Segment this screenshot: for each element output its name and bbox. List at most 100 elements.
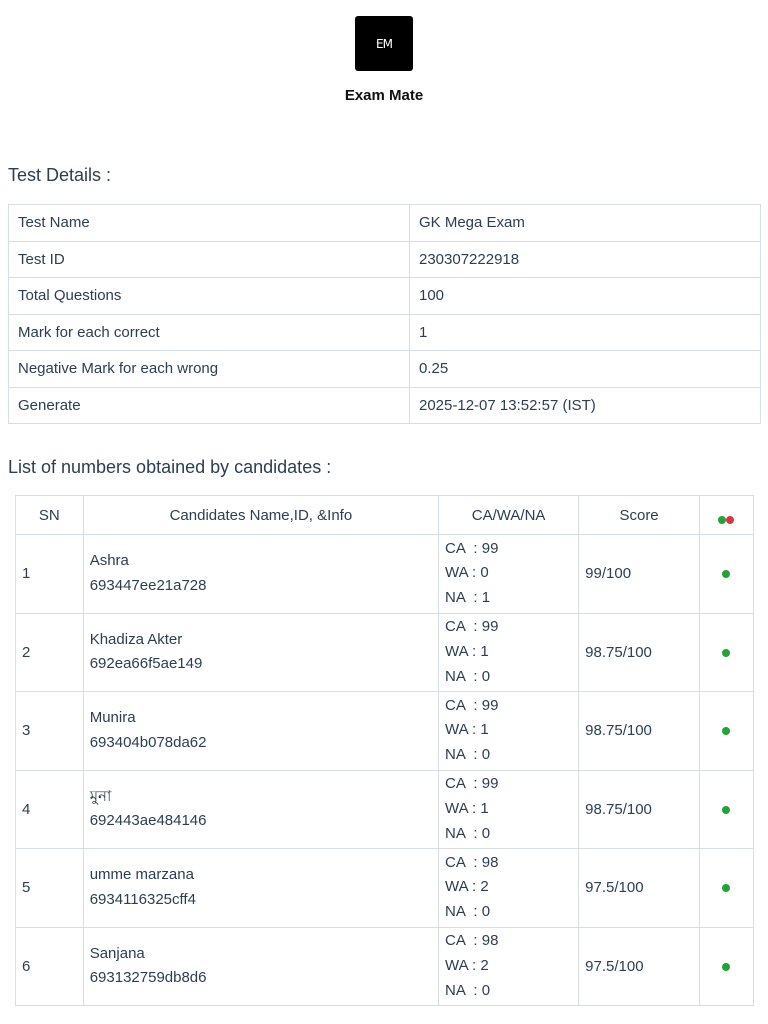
candidate-id: 692443ae484146: [89, 812, 207, 830]
wrong-answers: WA : 1: [445, 721, 489, 739]
wrong-answers: WA : 1: [445, 642, 489, 660]
answer-stats: CA : 99 WA : 1 NA : 0: [438, 612, 580, 692]
candidate-info: umme marzana 6934116325cff4: [82, 848, 440, 928]
score: 98.75/100: [578, 769, 700, 849]
status-cell: [698, 612, 755, 692]
column-header-stats: CA/WA/NA: [438, 495, 580, 535]
green-dot-icon: [718, 515, 727, 524]
app-header: EM Exam Mate: [0, 16, 768, 104]
details-label: Total Questions: [8, 277, 410, 315]
table-row: 3 Munira 693404b078da62 CA : 99 WA : 1 NA : 0…: [15, 691, 755, 771]
details-row: Total Questions 100: [8, 277, 761, 315]
column-header-score: Score: [578, 495, 700, 535]
answer-stats: CA : 98 WA : 2 NA : 0: [438, 926, 580, 1006]
candidate-name: মুনা: [89, 787, 112, 805]
wrong-answers: WA : 0: [445, 564, 489, 582]
wrong-answers: WA : 2: [445, 956, 489, 974]
status-dot-icon: [722, 962, 731, 971]
status-dot-icon: [722, 570, 731, 579]
details-label: Generate: [8, 386, 410, 424]
status-dot-icon: [722, 727, 731, 736]
column-header-name: Candidates Name,ID, &Info: [82, 495, 440, 535]
red-dot-icon: [726, 515, 735, 524]
candidate-name: Khadiza Akter: [89, 630, 183, 648]
candidate-info: Ashra 693447ee21a728: [82, 534, 440, 614]
test-details-table: Test Name GK Mega Exam Test ID 230307222918…: [8, 204, 761, 424]
not-answered: NA : 0: [445, 824, 491, 842]
status-cell: [698, 534, 755, 614]
app-logo: EM: [355, 16, 413, 71]
details-label: Test ID: [8, 240, 410, 278]
answer-stats: CA : 99 WA : 0 NA : 1: [438, 534, 580, 614]
correct-answers: CA : 99: [445, 696, 499, 714]
score: 97.5/100: [578, 926, 700, 1006]
not-answered: NA : 1: [445, 589, 491, 607]
serial-number: 2: [15, 612, 84, 692]
serial-number: 3: [15, 691, 84, 771]
details-label: Negative Mark for each wrong: [8, 350, 410, 388]
not-answered: NA : 0: [445, 667, 491, 685]
correct-answers: CA : 98: [445, 853, 499, 871]
candidate-info: Sanjana 693132759db8d6: [82, 926, 440, 1006]
not-answered: NA : 0: [445, 981, 491, 999]
details-value: GK Mega Exam: [409, 204, 761, 242]
candidate-id: 693132759db8d6: [89, 969, 207, 987]
column-header-sn: SN: [15, 495, 84, 535]
candidate-info: Khadiza Akter 692ea66f5ae149: [82, 612, 440, 692]
correct-answers: CA : 98: [445, 932, 499, 950]
answer-stats: CA : 99 WA : 1 NA : 0: [438, 691, 580, 771]
details-label: Test Name: [8, 204, 410, 242]
details-row: Test Name GK Mega Exam: [8, 204, 761, 242]
status-cell: [698, 691, 755, 771]
details-row: Mark for each correct 1: [8, 313, 761, 351]
answer-stats: CA : 98 WA : 2 NA : 0: [438, 848, 580, 928]
score: 99/100: [578, 534, 700, 614]
results-table: SN Candidates Name,ID, &Info CA/WA/NA Sc…: [15, 495, 755, 1006]
serial-number: 4: [15, 769, 84, 849]
details-label: Mark for each correct: [8, 313, 410, 351]
status-cell: [698, 848, 755, 928]
table-row: 4 মুনা 692443ae484146 CA : 99 WA : 1 NA : 0 98…: [15, 769, 755, 849]
candidate-name: Munira: [89, 709, 136, 727]
wrong-answers: WA : 2: [445, 878, 489, 896]
table-row: 6 Sanjana 693132759db8d6 CA : 98 WA : 2 NA : …: [15, 926, 755, 1006]
candidate-name: umme marzana: [89, 866, 194, 884]
details-value: 2025-12-07 13:52:57 (IST): [409, 386, 761, 424]
table-row: 5 umme marzana 6934116325cff4 CA : 98 WA : 2…: [15, 848, 755, 928]
details-value: 100: [409, 277, 761, 315]
app-name: Exam Mate: [344, 87, 424, 104]
details-row: Generate 2025-12-07 13:52:57 (IST): [8, 386, 761, 424]
correct-answers: CA : 99: [445, 775, 499, 793]
results-header-row: SN Candidates Name,ID, &Info CA/WA/NA Sc…: [15, 495, 755, 535]
candidate-info: মুনা 692443ae484146: [82, 769, 440, 849]
score: 98.75/100: [578, 691, 700, 771]
logo-text: EM: [376, 36, 393, 51]
details-value: 230307222918: [409, 240, 761, 278]
score: 98.75/100: [578, 612, 700, 692]
candidates-heading: List of numbers obtained by candidates :: [8, 457, 332, 477]
candidate-id: 6934116325cff4: [89, 890, 196, 908]
wrong-answers: WA : 1: [445, 799, 489, 817]
answer-stats: CA : 99 WA : 1 NA : 0: [438, 769, 580, 849]
candidate-id: 693447ee21a728: [89, 576, 207, 594]
serial-number: 6: [15, 926, 84, 1006]
candidate-id: 693404b078da62: [89, 733, 207, 751]
serial-number: 5: [15, 848, 84, 928]
table-row: 1 Ashra 693447ee21a728 CA : 99 WA : 0 NA : 1 9…: [15, 534, 755, 614]
correct-answers: CA : 99: [445, 618, 499, 636]
score: 97.5/100: [578, 848, 700, 928]
details-value: 1: [409, 313, 761, 351]
status-dot-icon: [722, 805, 731, 814]
column-header-status: [698, 495, 755, 535]
status-dot-icon: [722, 884, 731, 893]
details-value: 0.25: [409, 350, 761, 388]
not-answered: NA : 0: [445, 746, 491, 764]
status-cell: [698, 769, 755, 849]
correct-answers: CA : 99: [445, 539, 499, 557]
test-details-heading: Test Details :: [8, 165, 112, 185]
not-answered: NA : 0: [445, 903, 491, 921]
candidate-info: Munira 693404b078da62: [82, 691, 440, 771]
candidate-name: Sanjana: [89, 944, 145, 962]
details-row: Test ID 230307222918: [8, 240, 761, 278]
serial-number: 1: [15, 534, 84, 614]
